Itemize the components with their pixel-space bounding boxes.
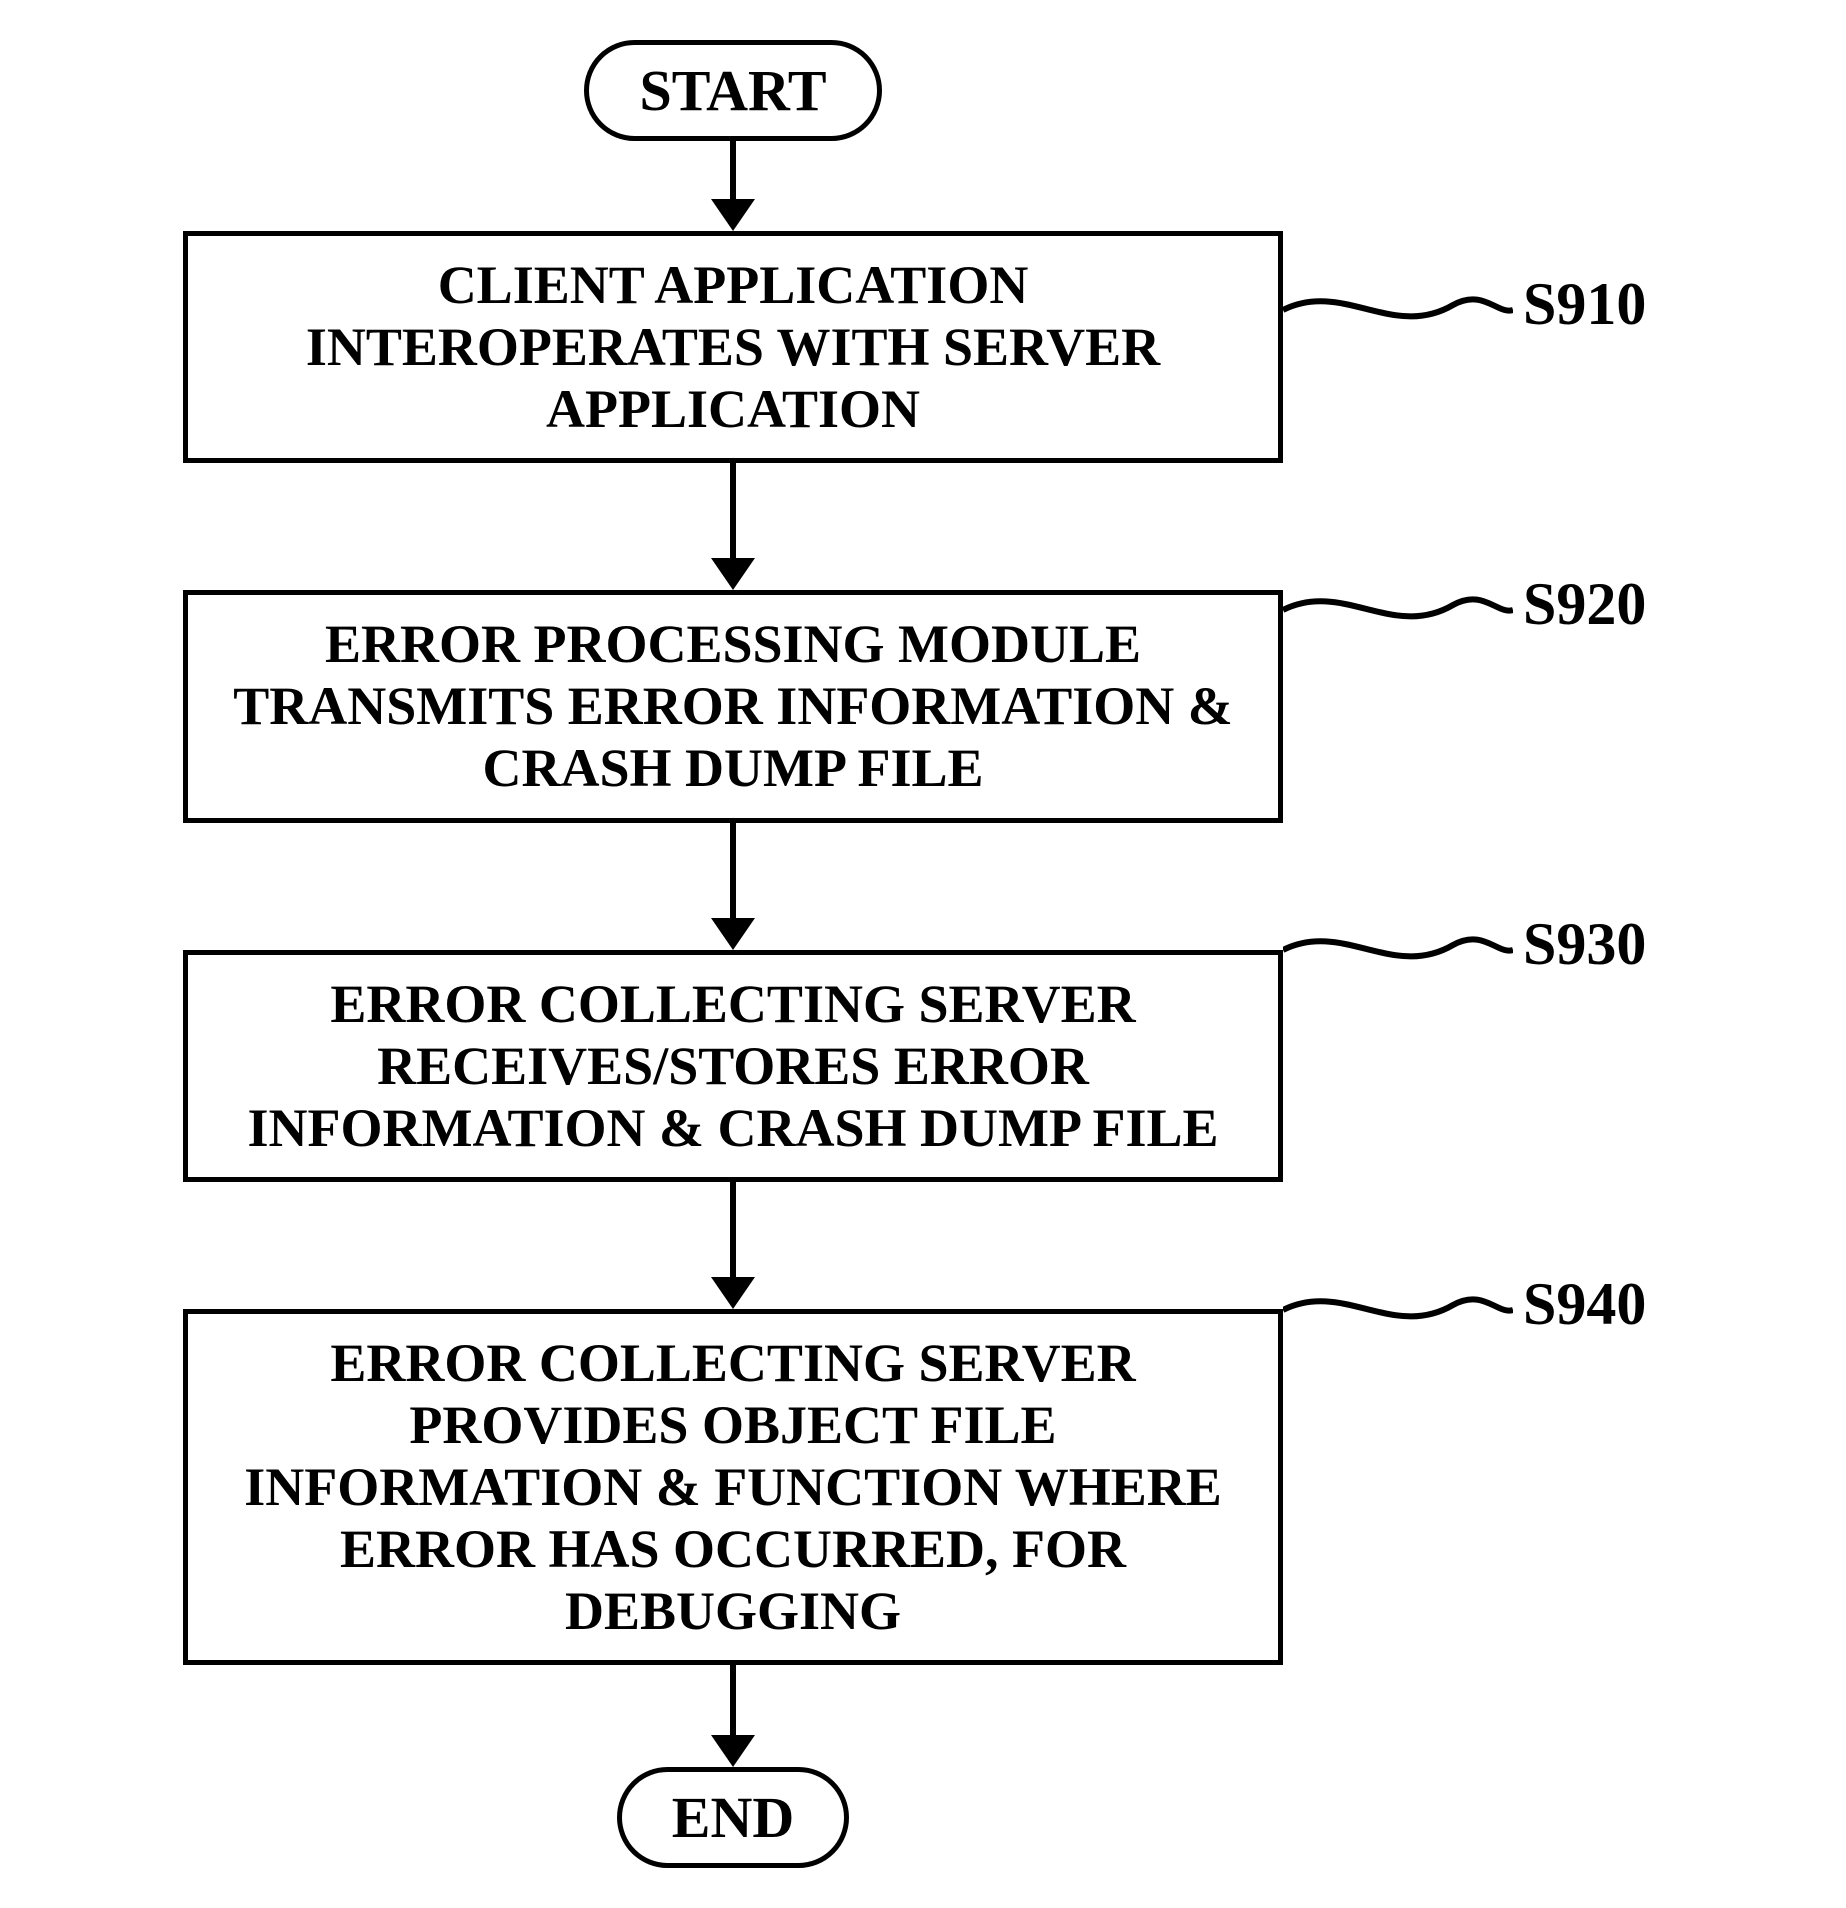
connector-s920 <box>1283 570 1513 650</box>
process-s920-text: ERROR PROCESSING MODULE TRANSMITS ERROR … <box>233 614 1233 798</box>
arrow-s910-s920 <box>711 463 755 590</box>
end-terminator: END <box>617 1767 849 1868</box>
connector-s910 <box>1283 270 1513 350</box>
start-label: START <box>639 58 826 123</box>
flow-column: START CLIENT APPLICATION INTEROPERATES W… <box>183 40 1283 1868</box>
process-s910-text: CLIENT APPLICATION INTEROPERATES WITH SE… <box>306 255 1160 439</box>
arrow-s930-s940 <box>711 1182 755 1309</box>
process-s940-text: ERROR COLLECTING SERVER PROVIDES OBJECT … <box>244 1333 1222 1641</box>
process-s920: ERROR PROCESSING MODULE TRANSMITS ERROR … <box>183 590 1283 822</box>
process-s910: CLIENT APPLICATION INTEROPERATES WITH SE… <box>183 231 1283 463</box>
connector-s930 <box>1283 910 1513 990</box>
arrow-start-s910 <box>711 141 755 231</box>
end-label: END <box>672 1785 794 1850</box>
process-s930: ERROR COLLECTING SERVER RECEIVES/STORES … <box>183 950 1283 1182</box>
arrow-s920-s930 <box>711 823 755 950</box>
start-terminator: START <box>584 40 881 141</box>
ref-label-s920: S920 <box>1523 570 1646 639</box>
ref-label-s940: S940 <box>1523 1270 1646 1339</box>
process-s930-text: ERROR COLLECTING SERVER RECEIVES/STORES … <box>248 974 1219 1158</box>
ref-label-s930: S930 <box>1523 910 1646 979</box>
process-s940: ERROR COLLECTING SERVER PROVIDES OBJECT … <box>183 1309 1283 1665</box>
arrow-s940-end <box>711 1665 755 1767</box>
flowchart-container: START CLIENT APPLICATION INTEROPERATES W… <box>123 40 1723 1868</box>
ref-label-s910: S910 <box>1523 270 1646 339</box>
connector-s940 <box>1283 1270 1513 1350</box>
